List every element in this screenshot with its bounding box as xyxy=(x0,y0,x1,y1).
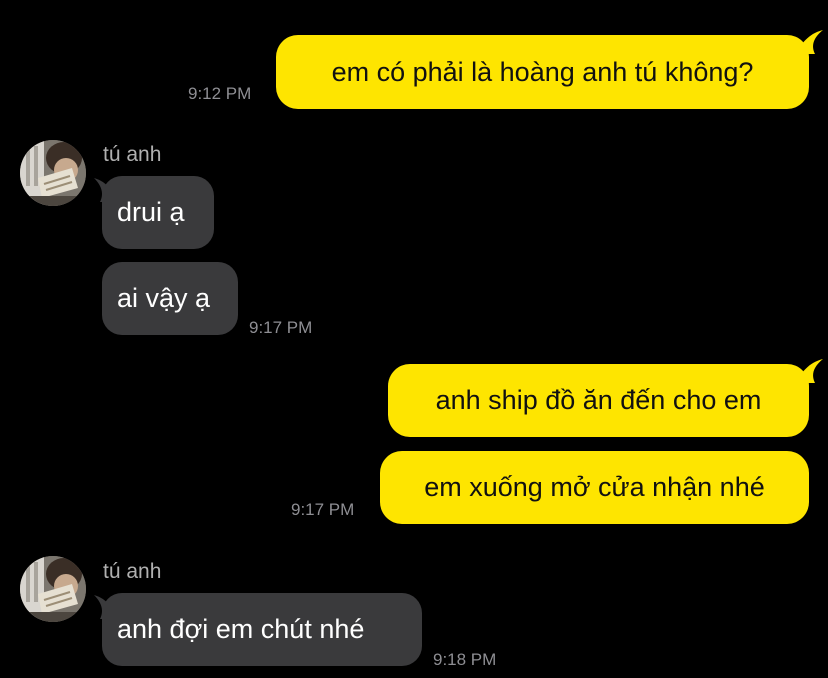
bubble-tail-icon xyxy=(793,359,823,383)
avatar-photo-icon xyxy=(20,556,86,622)
message-text: anh đợi em chút nhé xyxy=(117,614,365,644)
message-text: em xuống mở cửa nhận nhé xyxy=(424,472,765,502)
message-bubble-incoming[interactable]: ai vậy ạ xyxy=(102,262,238,335)
message-text: em có phải là hoàng anh tú không? xyxy=(331,56,754,87)
message-text: drui ạ xyxy=(117,197,185,227)
sender-name: tú anh xyxy=(103,143,162,166)
message-timestamp: 9:17 PM xyxy=(291,500,355,519)
message-timestamp: 9:17 PM xyxy=(249,318,313,337)
contact-avatar[interactable] xyxy=(20,140,86,206)
message-bubble-incoming[interactable]: drui ạ xyxy=(102,176,214,249)
bubble-tail-icon xyxy=(793,30,823,54)
message-bubble-outgoing[interactable]: em xuống mở cửa nhận nhé xyxy=(380,451,809,524)
message-bubble-incoming[interactable]: anh đợi em chút nhé xyxy=(102,593,422,666)
message-bubble-outgoing[interactable]: em có phải là hoàng anh tú không? xyxy=(276,35,809,109)
message-text: ai vậy ạ xyxy=(117,283,211,313)
contact-avatar[interactable] xyxy=(20,556,86,622)
message-timestamp: 9:12 PM xyxy=(188,84,252,103)
message-timestamp: 9:18 PM xyxy=(433,650,497,669)
avatar-photo-icon xyxy=(20,140,86,206)
message-bubble-outgoing[interactable]: anh ship đồ ăn đến cho em xyxy=(388,364,809,437)
sender-name: tú anh xyxy=(103,560,162,583)
message-text: anh ship đồ ăn đến cho em xyxy=(435,385,762,415)
